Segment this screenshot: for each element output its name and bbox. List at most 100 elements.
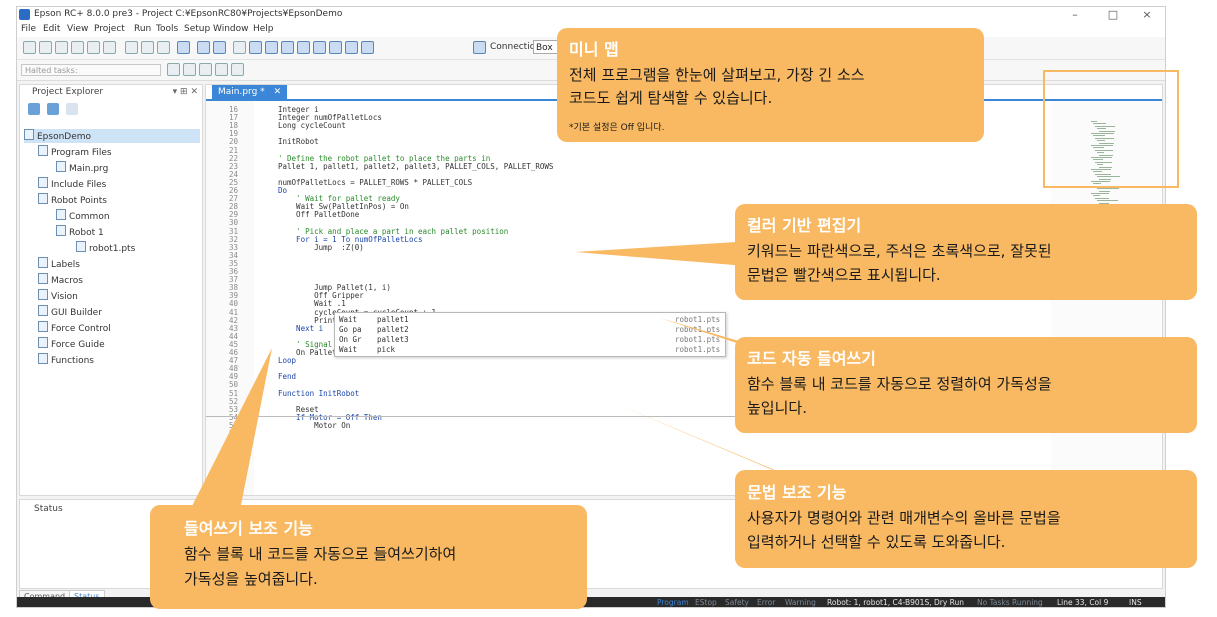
copy-icon[interactable]: [141, 41, 154, 54]
panel-pin-icon[interactable]: ▾ ⊞ ✕: [173, 85, 198, 99]
minimize-button[interactable]: –: [1057, 7, 1093, 23]
tree-item-project[interactable]: EpsonDemo: [24, 129, 200, 143]
code-line[interactable]: numOfPalletLocs = PALLET_ROWS * PALLET_C…: [278, 178, 472, 187]
code-line[interactable]: Function InitRobot: [278, 389, 359, 398]
menu-file[interactable]: File: [21, 24, 36, 34]
tab-main-prg[interactable]: Main.prg * ✕: [212, 85, 288, 99]
tree-item-labels[interactable]: Labels: [38, 257, 80, 271]
intellisense-row[interactable]: Go pa pallet2 robot1.pts: [339, 325, 720, 334]
part-feeding-icon[interactable]: [345, 41, 358, 54]
intellisense-file: robot1.pts: [675, 335, 721, 344]
save-all-icon[interactable]: [87, 41, 100, 54]
menu-help[interactable]: Help: [253, 24, 274, 34]
menu-edit[interactable]: Edit: [43, 24, 60, 34]
code-line[interactable]: Jump :Z(0): [278, 243, 364, 252]
menu-tools[interactable]: Tools: [156, 24, 178, 34]
tree-item-force-control[interactable]: Force Control: [38, 321, 111, 335]
build-icon[interactable]: [177, 41, 190, 54]
print-icon[interactable]: [103, 41, 116, 54]
task-manager-icon[interactable]: [249, 41, 262, 54]
paste-icon[interactable]: [157, 41, 170, 54]
tree-item-robot1-pts[interactable]: robot1.pts: [76, 241, 135, 255]
menu-setup[interactable]: Setup: [184, 24, 210, 34]
code-line[interactable]: Long cycleCount: [278, 121, 346, 130]
close-tab-icon[interactable]: ✕: [274, 87, 282, 97]
task-resume-icon[interactable]: [167, 63, 180, 76]
gui-builder-icon[interactable]: [281, 41, 294, 54]
code-line[interactable]: InitRobot: [278, 137, 319, 146]
app-icon: [19, 9, 30, 20]
code-line[interactable]: Integer i: [278, 105, 319, 114]
code-line[interactable]: Off Gripper: [278, 291, 364, 300]
intellisense-item: pallet2: [377, 325, 409, 334]
collapse-icon[interactable]: [66, 103, 79, 115]
file-icon: [56, 161, 66, 172]
intellisense-row[interactable]: On Gr pallet3 robot1.pts: [339, 335, 721, 344]
code-line[interactable]: Off PalletDone: [278, 210, 359, 219]
tree-item-common[interactable]: Common: [56, 209, 110, 223]
project-icon: [24, 129, 34, 140]
code-line[interactable]: Jump Pallet(1, i): [278, 283, 391, 292]
halted-tasks-dropdown[interactable]: Halted tasks:: [21, 64, 161, 76]
code-line[interactable]: Pallet 1, pallet1, pallet2, pallet3, PAL…: [278, 162, 553, 171]
robot-points-icon: [38, 193, 48, 204]
menu-project[interactable]: Project: [94, 24, 125, 34]
code-line[interactable]: Motor On: [278, 421, 350, 430]
code-line[interactable]: For i = 1 To numOfPalletLocs: [278, 235, 422, 244]
tree-item-gui-builder[interactable]: GUI Builder: [38, 305, 102, 319]
code-line[interactable]: Loop: [278, 356, 296, 365]
close-button[interactable]: ×: [1129, 7, 1165, 23]
code-line[interactable]: ' Wait for pallet ready: [278, 194, 400, 203]
tree-item-robot-points[interactable]: Robot Points: [38, 193, 107, 207]
project-explorer-panel: Project Explorer ▾ ⊞ ✕ EpsonDemo Program…: [19, 84, 203, 496]
intellisense-popup[interactable]: Wait pallet1 robot1.pts Go pa pallet2 robot1…: [334, 312, 726, 357]
tree-item-robot1[interactable]: Robot 1: [56, 225, 104, 239]
open-folder-icon[interactable]: [55, 41, 68, 54]
io-monitor-icon[interactable]: [233, 41, 246, 54]
task-walk-icon[interactable]: [215, 63, 228, 76]
run-window-icon[interactable]: [213, 41, 226, 54]
maximize-button[interactable]: □: [1095, 7, 1131, 23]
tree-item-functions[interactable]: Functions: [38, 353, 94, 367]
task-step-into-icon[interactable]: [183, 63, 196, 76]
code-line[interactable]: Next i: [278, 324, 323, 333]
menu-window[interactable]: Window: [213, 24, 249, 34]
connection-icon[interactable]: [473, 41, 486, 54]
code-line[interactable]: Fend: [278, 372, 296, 381]
add-folder-icon[interactable]: [47, 103, 60, 115]
vision-guide-icon[interactable]: [265, 41, 278, 54]
tree-item-program-files[interactable]: Program Files: [38, 145, 112, 159]
intellisense-row[interactable]: Wait pallet1 robot1.pts: [339, 315, 720, 324]
code-line[interactable]: ' Pick and place a part in each pallet p…: [278, 227, 508, 236]
code-line[interactable]: Wait Sw(PalletInPos) = On: [278, 202, 409, 211]
intellisense-row[interactable]: Wait pick robot1.pts: [339, 345, 720, 354]
open-file-icon[interactable]: [39, 41, 52, 54]
task-halt-icon[interactable]: [231, 63, 244, 76]
code-line[interactable]: ' Define the robot pallet to place the p…: [278, 154, 490, 163]
code-line[interactable]: Reset: [278, 405, 319, 414]
save-icon[interactable]: [71, 41, 84, 54]
new-file-icon[interactable]: [23, 41, 36, 54]
collision-icon[interactable]: [361, 41, 374, 54]
code-line[interactable]: Integer numOfPalletLocs: [278, 113, 382, 122]
code-line[interactable]: If Motor = Off Then: [278, 413, 382, 422]
force-guide-icon[interactable]: [313, 41, 326, 54]
code-line[interactable]: Do: [278, 186, 287, 195]
menu-run[interactable]: Run: [134, 24, 151, 34]
menu-view[interactable]: View: [67, 24, 88, 34]
cut-icon[interactable]: [125, 41, 138, 54]
tree-item-force-guide[interactable]: Force Guide: [38, 337, 105, 351]
tree-item-include-files[interactable]: Include Files: [38, 177, 106, 191]
tree-item-main-prg[interactable]: Main.prg: [56, 161, 108, 175]
simulator-icon[interactable]: [297, 41, 310, 54]
code-line[interactable]: Wait .1: [278, 299, 346, 308]
status-error: Error: [757, 598, 776, 607]
task-step-over-icon[interactable]: [199, 63, 212, 76]
camera-icon[interactable]: [329, 41, 342, 54]
tree-item-macros[interactable]: Macros: [38, 273, 83, 287]
callout-minimap-title: 미니 맵: [569, 40, 619, 59]
tree-item-vision[interactable]: Vision: [38, 289, 78, 303]
tree-label: Force Guide: [51, 340, 105, 350]
robot-manager-icon[interactable]: [197, 41, 210, 54]
add-file-icon[interactable]: [28, 103, 40, 115]
